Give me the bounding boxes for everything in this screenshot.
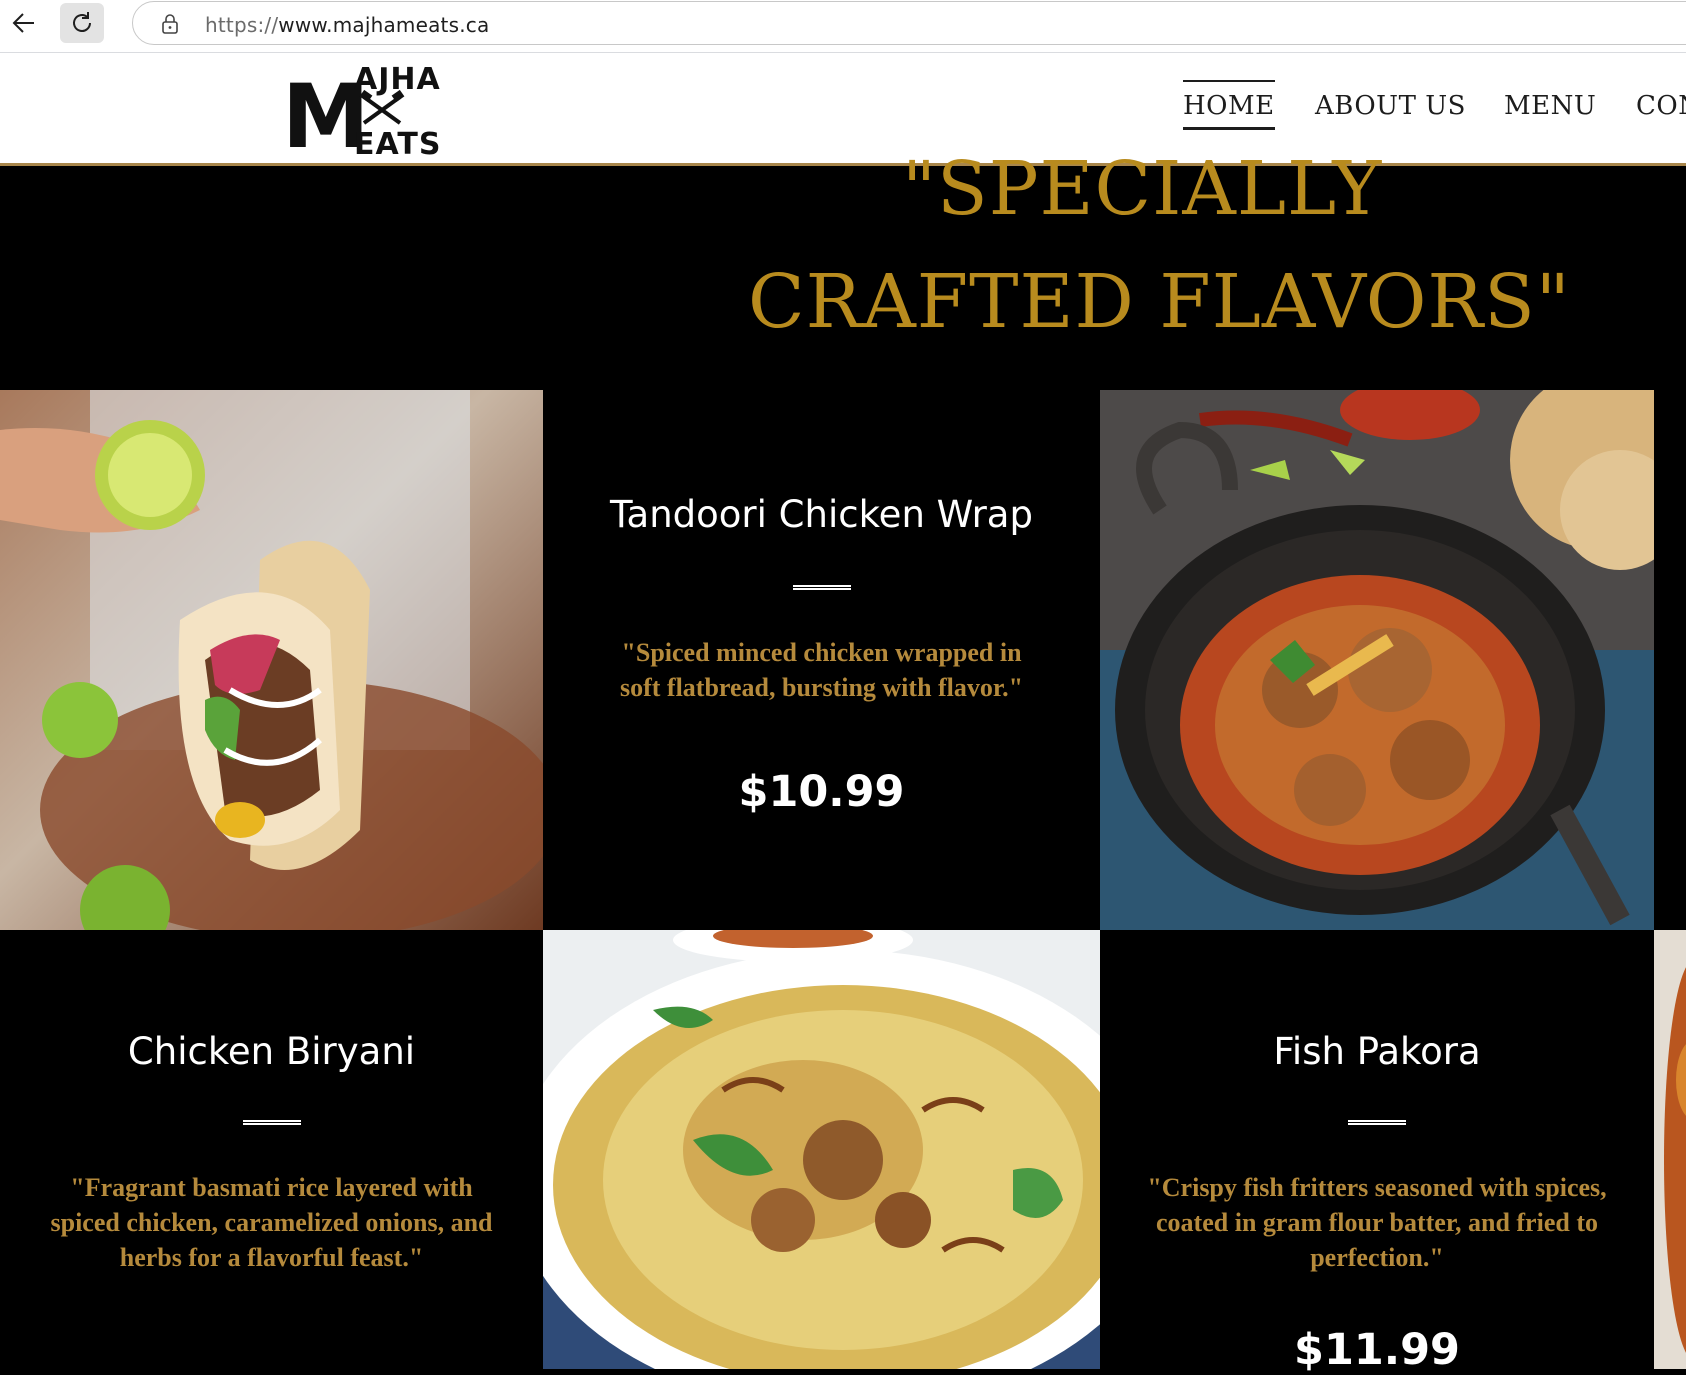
lock-icon[interactable] (161, 13, 179, 35)
menu-item-description: "Spiced minced chicken wrapped in soft f… (543, 635, 1100, 705)
url-host: www.majhameats.ca (278, 13, 490, 37)
arrow-left-icon (12, 13, 34, 33)
site-header: M AJHA EATS HOME ABOUT US MENU CON (0, 53, 1686, 166)
url-text[interactable]: https://www.majhameats.ca (205, 13, 489, 37)
hero-headline-line1: "SPECIALLY (902, 146, 1383, 232)
curry-bowl-photo (1100, 390, 1654, 930)
description-line: soft flatbread, bursting with flavor." (619, 673, 1023, 702)
nav-contact[interactable]: CON (1636, 91, 1686, 121)
description-line: "Crispy fish fritters seasoned with spic… (1147, 1173, 1607, 1202)
menu-item-title: Tandoori Chicken Wrap (610, 493, 1033, 536)
url-scheme: https:// (205, 13, 279, 37)
address-bar[interactable]: https://www.majhameats.ca (132, 1, 1686, 45)
divider (242, 1120, 301, 1125)
reload-icon (73, 12, 91, 32)
menu-item-description: "Crispy fish fritters seasoned with spic… (1100, 1170, 1654, 1275)
reload-button[interactable] (60, 3, 104, 43)
menu-card-fish-pakora: Fish Pakora "Crispy fish fritters season… (1100, 930, 1654, 1375)
main-nav: HOME ABOUT US MENU CON (0, 53, 1686, 163)
description-line: "Fragrant basmati rice layered with (70, 1173, 473, 1202)
description-line: herbs for a flavorful feast." (119, 1243, 424, 1272)
browser-toolbar: https://www.majhameats.ca (0, 0, 1686, 53)
description-line: perfection." (1310, 1243, 1444, 1272)
biryani-plate-photo (543, 930, 1100, 1369)
menu-item-price: $10.99 (738, 767, 905, 817)
menu-item-description: "Fragrant basmati rice layered with spic… (0, 1170, 543, 1275)
nav-about-us[interactable]: ABOUT US (1315, 91, 1466, 121)
menu-item-title: Fish Pakora (1273, 1030, 1481, 1073)
divider (1348, 1120, 1406, 1125)
partial-dish-photo (1654, 930, 1686, 1369)
menu-item-title: Chicken Biryani (127, 1030, 416, 1073)
menu-item-price: $11.99 (1294, 1325, 1460, 1375)
description-line: spiced chicken, caramelized onions, and (50, 1208, 493, 1237)
divider (792, 585, 851, 590)
hero-headline-line2: CRAFTED FLAVORS" (748, 259, 1571, 345)
menu-card-tandoori-chicken-wrap: Tandoori Chicken Wrap "Spiced minced chi… (543, 390, 1100, 930)
menu-card-chicken-biryani: Chicken Biryani "Fragrant basmati rice l… (0, 930, 543, 1369)
description-line: coated in gram flour batter, and fried t… (1156, 1208, 1598, 1237)
nav-home[interactable]: HOME (1183, 80, 1275, 130)
nav-menu[interactable]: MENU (1504, 91, 1596, 121)
taco-photo (0, 390, 543, 930)
back-button[interactable] (2, 3, 46, 43)
description-line: "Spiced minced chicken wrapped in (621, 638, 1022, 667)
